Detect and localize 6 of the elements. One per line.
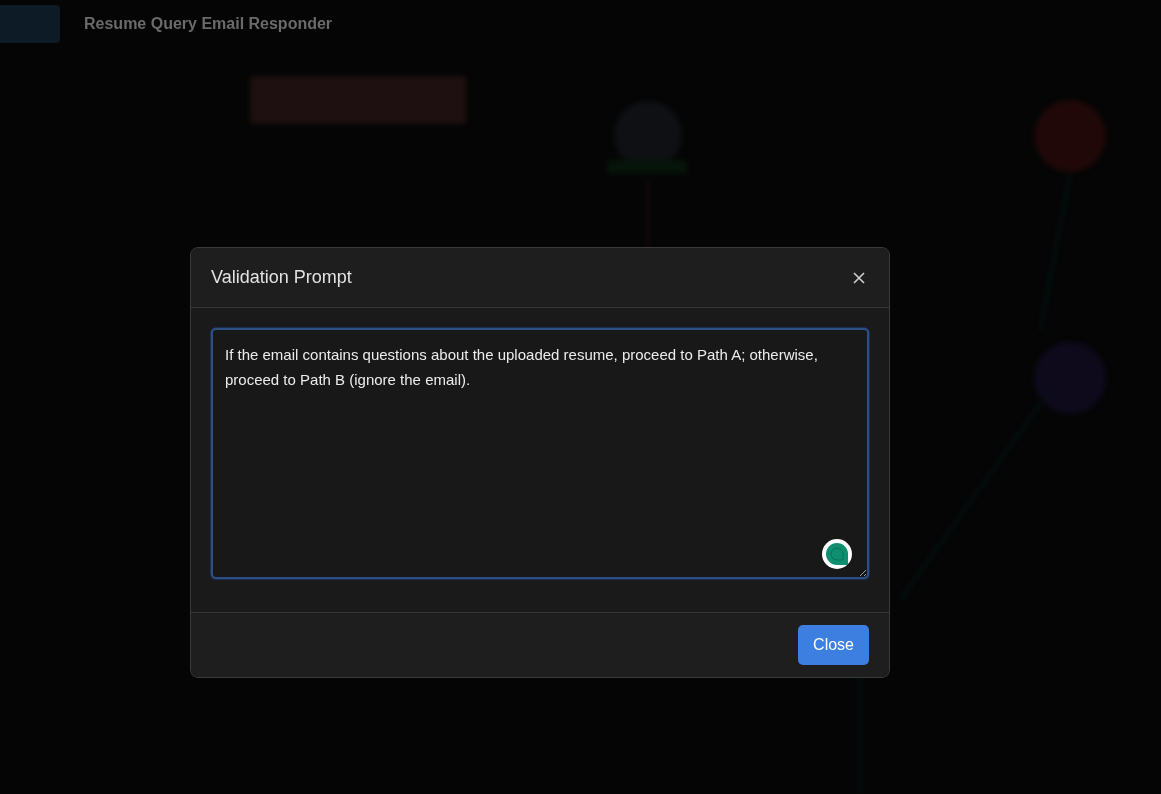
close-button[interactable]: Close [798,625,869,665]
workflow-title: Resume Query Email Responder [84,14,333,34]
prompt-field[interactable]: If the email contains questions about the uploaded resume, proceed to Path A; otherwise, proceed to Path B (ignore the email). [211,328,869,579]
assistant-icon[interactable] [821,538,853,570]
logo-tile[interactable] [0,5,60,43]
modal-title: Validation Prompt [211,266,352,289]
